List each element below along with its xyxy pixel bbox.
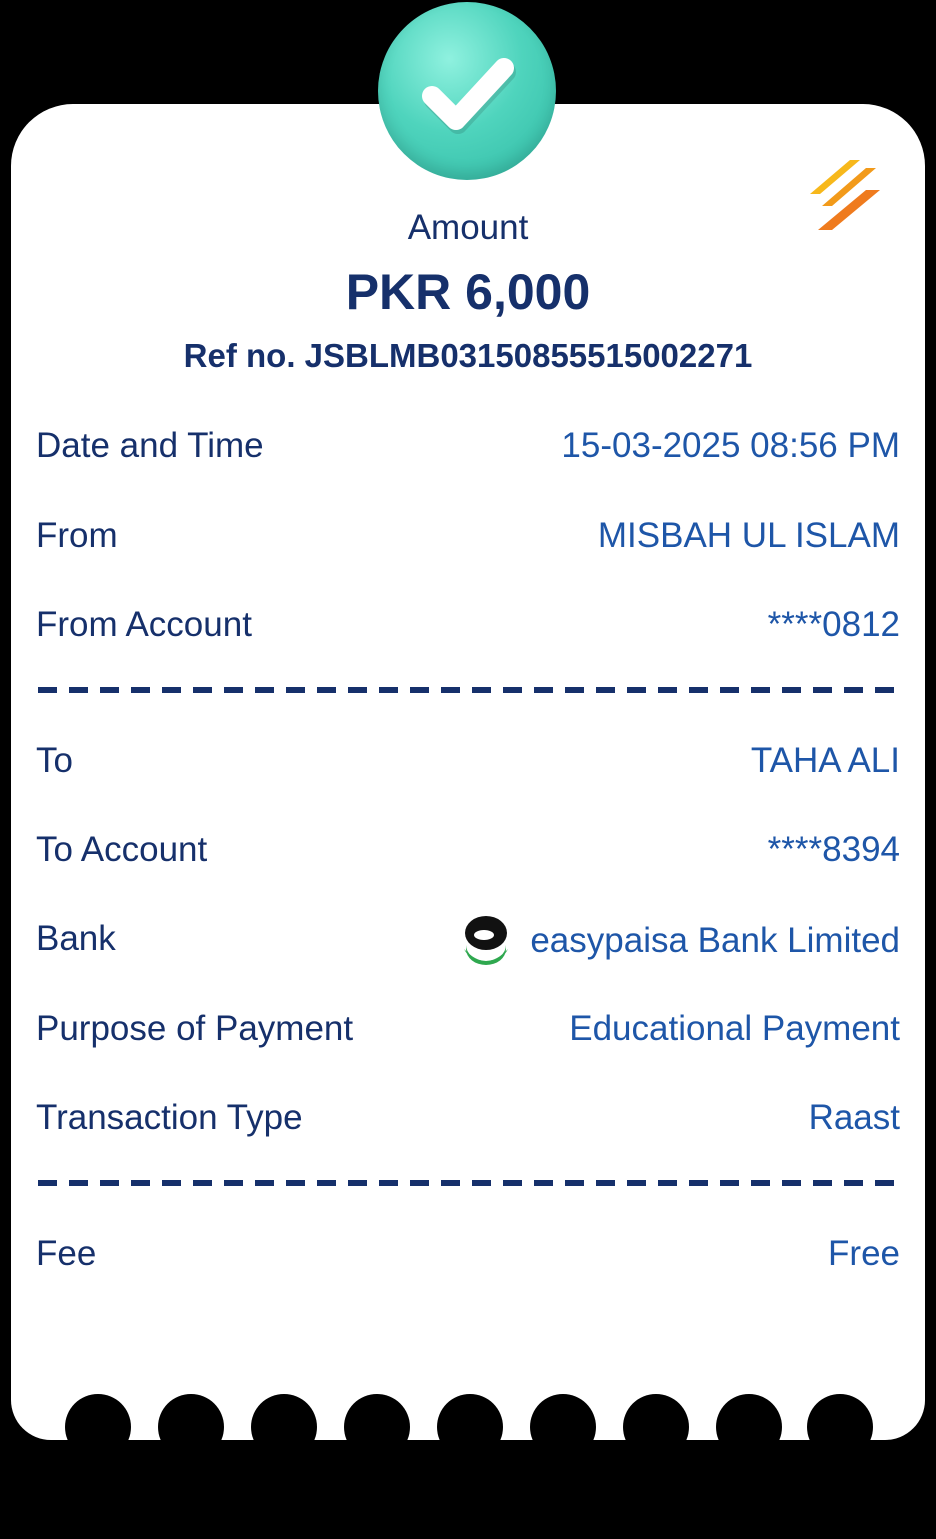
row-fee: Fee Free xyxy=(36,1234,900,1284)
amount-value: PKR 6,000 xyxy=(345,264,591,320)
row-value: Raast xyxy=(808,1098,900,1137)
easypaisa-icon xyxy=(464,916,509,965)
row-from-account: From Account ****0812 xyxy=(36,605,900,655)
row-label: From xyxy=(36,516,118,555)
row-label: Purpose of Payment xyxy=(36,1009,354,1048)
row-from: From MISBAH UL ISLAM xyxy=(36,516,900,566)
divider xyxy=(38,1180,898,1186)
row-value: MISBAH UL ISLAM xyxy=(597,516,900,555)
divider xyxy=(38,687,898,693)
row-label: Transaction Type xyxy=(36,1098,303,1137)
receipt-torn-edge xyxy=(65,1394,873,1454)
row-label: To Account xyxy=(36,830,208,869)
row-value: easypaisa Bank Limited xyxy=(530,921,900,960)
row-bank: Bank easypaisa Bank Limited xyxy=(36,916,900,969)
row-value: Educational Payment xyxy=(569,1009,900,1048)
row-label: To xyxy=(36,741,73,780)
reference-number: Ref no. JSBLMB031508555150022​71 xyxy=(183,337,753,374)
row-label: Date and Time xyxy=(36,426,264,465)
row-value: 15-03-2025 08:56 PM xyxy=(561,426,900,465)
row-value: TAHA ALI xyxy=(750,741,900,780)
row-value: ****8394 xyxy=(767,830,900,869)
row-label: From Account xyxy=(36,605,252,644)
row-value: Free xyxy=(828,1234,900,1273)
row-date-time: Date and Time 15-03-2025 08:56 PM xyxy=(36,426,900,476)
row-transaction-type: Transaction Type Raast xyxy=(36,1098,900,1148)
amount-label: Amount xyxy=(407,208,529,247)
row-value: ****0812 xyxy=(767,605,900,644)
row-to: To TAHA ALI xyxy=(36,741,900,791)
check-icon xyxy=(378,2,556,180)
row-purpose: Purpose of Payment Educational Payment xyxy=(36,1009,900,1059)
row-label: Bank xyxy=(36,919,116,958)
row-to-account: To Account ****8394 xyxy=(36,830,900,880)
row-label: Fee xyxy=(36,1234,97,1273)
bank-value: easypaisa Bank Limited xyxy=(462,915,900,967)
